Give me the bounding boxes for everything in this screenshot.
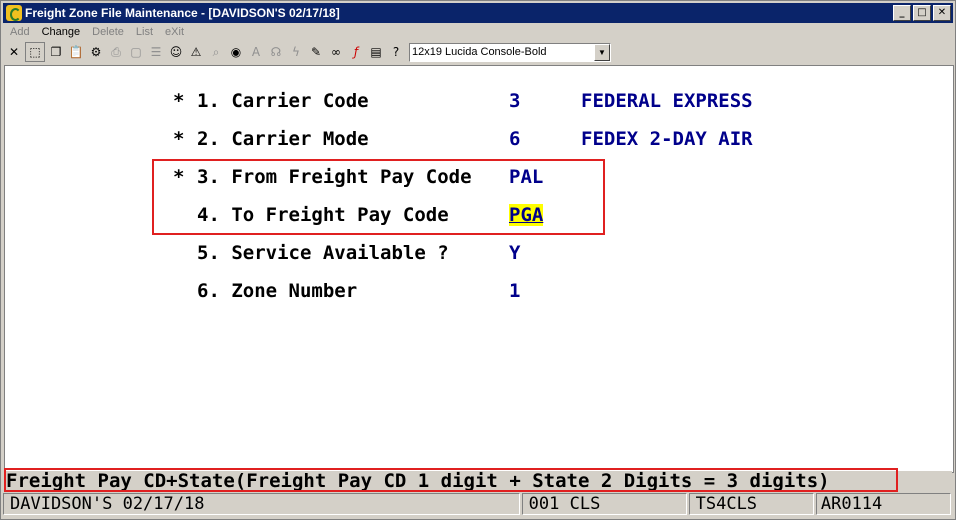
close-icon[interactable]: ✕	[5, 43, 23, 61]
paste-icon[interactable]: 📋	[67, 43, 85, 61]
function-icon[interactable]: ƒ	[347, 43, 365, 61]
app-window: Freight Zone File Maintenance - [DAVIDSO…	[0, 0, 956, 520]
print-icon[interactable]: ⎙	[107, 43, 125, 61]
callout-message-box	[4, 468, 898, 492]
terminal-screen[interactable]: * 1. Carrier Code 3 FEDERAL EXPRESS * 2.…	[4, 65, 954, 473]
menu-change[interactable]: Change	[35, 24, 86, 41]
new-icon[interactable]: ▢	[127, 43, 145, 61]
field-value-service-available[interactable]: Y	[509, 242, 520, 264]
menu-bar: Add Change Delete List eXit	[3, 24, 189, 41]
voice-icon[interactable]: ☊	[267, 43, 285, 61]
title-bar: Freight Zone File Maintenance - [DAVIDSO…	[3, 3, 953, 23]
field-label-carrier-code: 1. Carrier Code	[197, 90, 369, 112]
select-icon[interactable]: ⬚	[25, 42, 45, 62]
field-value-carrier-mode[interactable]: 6	[509, 128, 520, 150]
search-icon[interactable]: ⌕	[207, 43, 225, 61]
menu-delete[interactable]: Delete	[85, 24, 129, 41]
status-company: DAVIDSON'S 02/17/18	[3, 493, 520, 515]
font-select-value: 12x19 Lucida Console-Bold	[412, 46, 547, 58]
field-desc-carrier-code: FEDERAL EXPRESS	[581, 90, 753, 112]
chevron-down-icon[interactable]: ▼	[594, 43, 610, 61]
callout-highlight-box	[152, 159, 605, 235]
minimize-button[interactable]: _	[893, 5, 911, 21]
copy-icon[interactable]: ❐	[47, 43, 65, 61]
toolbar: ✕ ⬚ ❐ 📋 ⚙ ⎙ ▢ ☰ ☺ ⚠ ⌕ ◉ A ☊ ϟ ✎ ∞ ƒ ▤ ? …	[5, 41, 611, 63]
font-select[interactable]: 12x19 Lucida Console-Bold ▼	[409, 42, 611, 62]
field-label-service-available: 5. Service Available ?	[197, 242, 449, 264]
close-button[interactable]: ✕	[933, 5, 951, 21]
window-title: Freight Zone File Maintenance - [DAVIDSO…	[25, 6, 340, 20]
notes-icon[interactable]: ☰	[147, 43, 165, 61]
document-icon[interactable]: ▤	[367, 43, 385, 61]
globe-icon[interactable]: ◉	[227, 43, 245, 61]
gear-icon[interactable]: ⚙	[87, 43, 105, 61]
field-label-carrier-mode: 2. Carrier Mode	[197, 128, 369, 150]
link-icon[interactable]: ∞	[327, 43, 345, 61]
status-terminal: 001 CLS	[521, 493, 687, 515]
font-icon[interactable]: A	[247, 43, 265, 61]
field-value-carrier-code[interactable]: 3	[509, 90, 520, 112]
required-marker: *	[173, 90, 185, 112]
maximize-button[interactable]: □	[913, 5, 931, 21]
status-session: TS4CLS	[688, 493, 814, 515]
window-controls: _ □ ✕	[893, 5, 951, 21]
help-icon[interactable]: ?	[387, 43, 405, 61]
menu-list[interactable]: List	[129, 24, 158, 41]
required-marker: *	[173, 128, 185, 150]
menu-exit[interactable]: eXit	[158, 24, 189, 41]
app-icon	[6, 5, 22, 21]
lightning-icon[interactable]: ϟ	[287, 43, 305, 61]
field-value-zone-number[interactable]: 1	[509, 280, 520, 302]
field-desc-carrier-mode: FEDEX 2-DAY AIR	[581, 128, 753, 150]
edit-icon[interactable]: ✎	[307, 43, 325, 61]
user-icon[interactable]: ☺	[167, 43, 185, 61]
alert-icon[interactable]: ⚠	[187, 43, 205, 61]
menu-add[interactable]: Add	[3, 24, 35, 41]
message-line: Freight Pay CD+State(Freight Pay CD 1 di…	[4, 468, 952, 492]
status-bar: DAVIDSON'S 02/17/18 001 CLS TS4CLS AR011…	[3, 493, 953, 517]
status-program: AR0114	[815, 493, 952, 515]
field-label-zone-number: 6. Zone Number	[197, 280, 358, 302]
